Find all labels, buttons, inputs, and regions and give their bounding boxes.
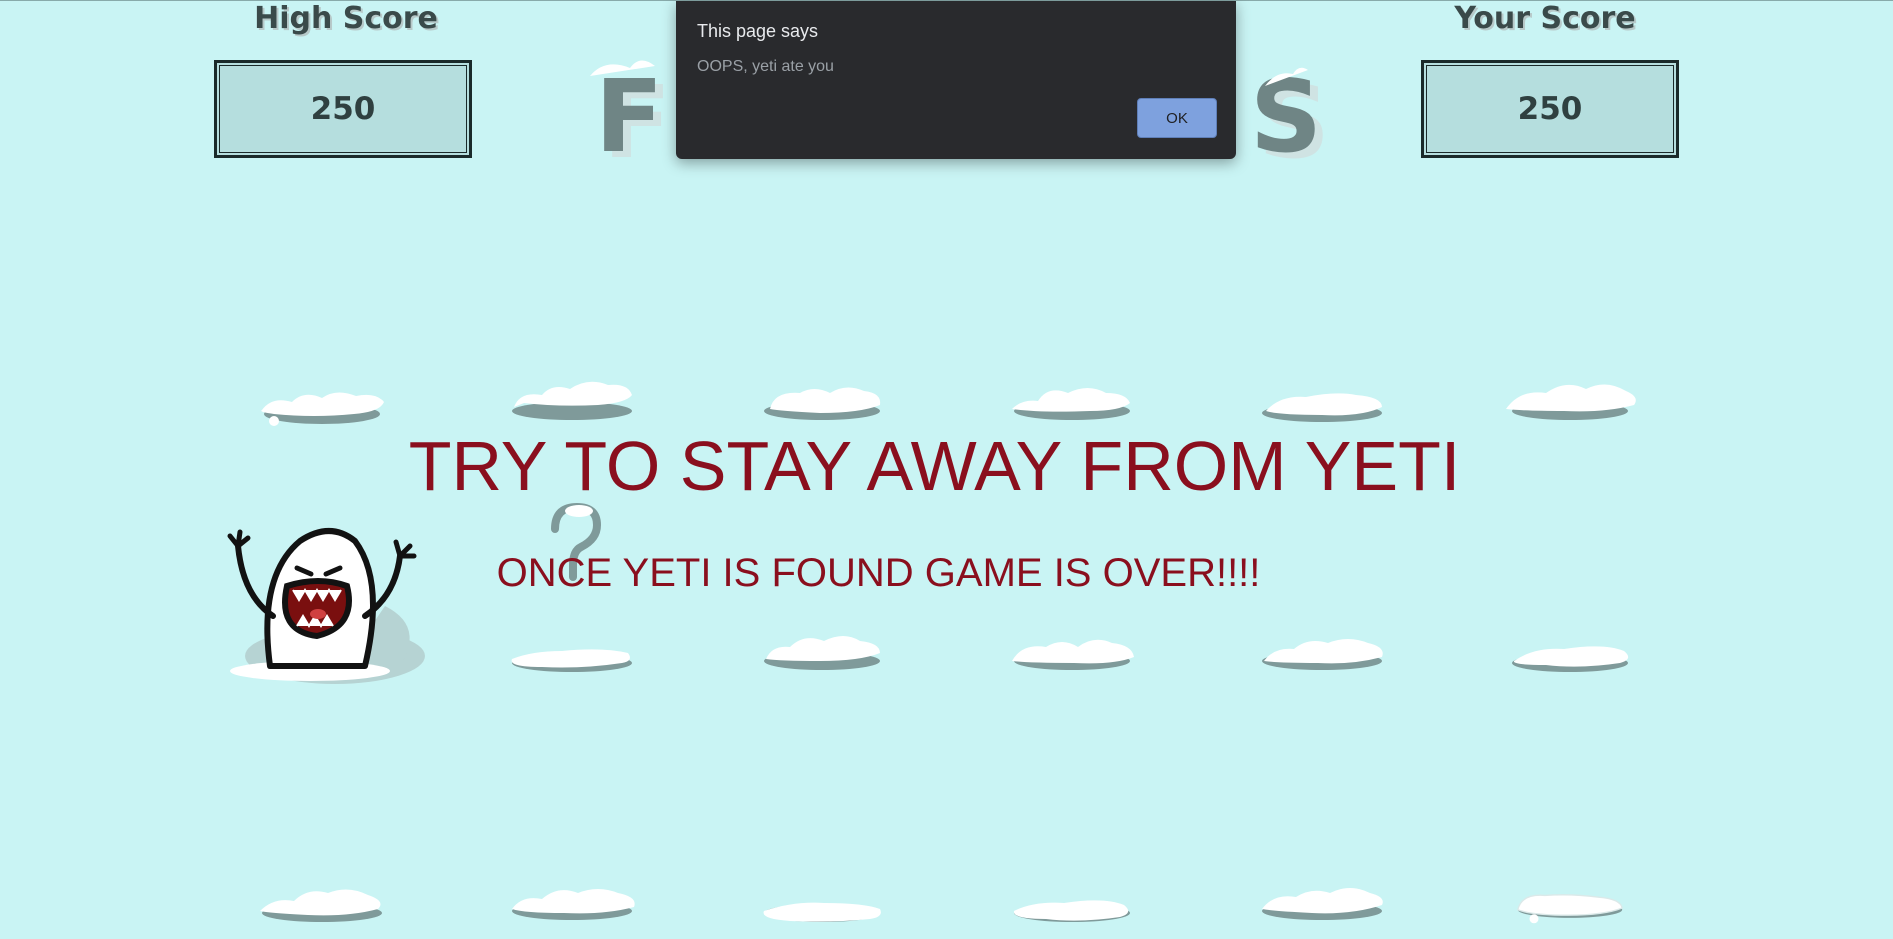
snow-hole[interactable]	[1500, 631, 1640, 676]
dialog-message: OOPS, yeti ate you	[697, 58, 834, 75]
your-score-box: 250	[1421, 60, 1679, 158]
snow-hole[interactable]	[752, 629, 892, 674]
alert-dialog: This page says OOPS, yeti ate you OK	[676, 1, 1236, 159]
snow-hole[interactable]	[252, 384, 392, 429]
sub-headline: ONCE YETI IS FOUND GAME IS OVER!!!!	[496, 551, 1261, 595]
snow-hole[interactable]	[752, 379, 892, 424]
high-score-label: High Score	[254, 1, 438, 36]
your-score-label: Your Score	[1454, 1, 1636, 36]
snow-hole[interactable]	[502, 379, 642, 424]
snow-hole[interactable]	[502, 633, 642, 678]
snow-hole[interactable]	[752, 881, 892, 926]
dialog-title: This page says	[697, 21, 819, 41]
snow-hole[interactable]	[1252, 879, 1392, 924]
snow-hole[interactable]	[1500, 379, 1640, 424]
ok-button[interactable]: OK	[1137, 98, 1217, 138]
snow-hole[interactable]	[1500, 881, 1640, 926]
snow-hole[interactable]	[252, 879, 392, 924]
snow-hole[interactable]	[502, 877, 642, 922]
snow-hole[interactable]	[1252, 381, 1392, 426]
snow-hole[interactable]	[1002, 629, 1142, 674]
yeti-character	[227, 528, 425, 684]
high-score-box: 250	[214, 60, 472, 158]
snow-hole[interactable]	[1252, 629, 1392, 674]
main-headline: TRY TO STAY AWAY FROM YETI	[408, 427, 1461, 505]
snow-hole[interactable]	[1002, 379, 1142, 424]
logo-letter-left: F	[595, 58, 663, 166]
snow-hole[interactable]	[1002, 881, 1142, 926]
